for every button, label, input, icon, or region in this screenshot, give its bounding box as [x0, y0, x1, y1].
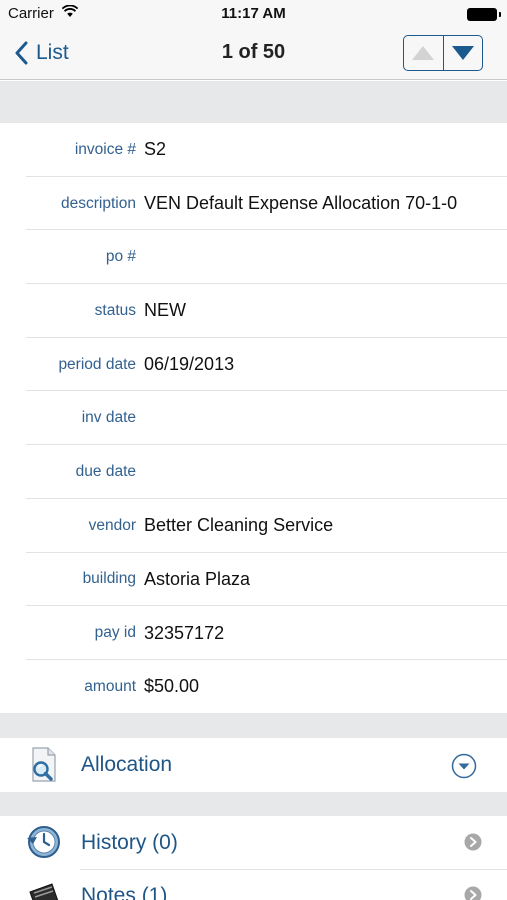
field-value: VEN Default Expense Allocation 70-1-0	[144, 193, 458, 214]
field-value: 06/19/2013	[144, 354, 235, 375]
field-row-inv-date: inv date	[0, 391, 507, 445]
notes-section-row[interactable]: Notes (1)	[0, 870, 507, 900]
field-value: 32357172	[144, 622, 225, 643]
field-row-due-date: due date	[0, 445, 507, 499]
field-label: due date	[75, 462, 136, 480]
field-row-amount: amount $50.00	[0, 660, 507, 714]
status-bar: Carrier 11:17 AM	[0, 0, 507, 28]
field-label: po #	[105, 248, 136, 266]
back-button[interactable]: List	[14, 38, 69, 68]
section-spacer	[0, 713, 507, 738]
triangle-up-icon	[412, 46, 435, 60]
status-time: 11:17 AM	[221, 5, 286, 22]
field-row-period-date: period date 06/19/2013	[0, 338, 507, 392]
next-record-button[interactable]	[442, 36, 483, 70]
triangle-down-icon	[451, 46, 474, 60]
field-row-vendor: vendor Better Cleaning Service	[0, 499, 507, 553]
allocation-section-row[interactable]: Allocation	[0, 738, 507, 792]
field-label: amount	[84, 677, 136, 695]
chevron-down-circle-icon	[451, 753, 477, 784]
field-label: period date	[58, 355, 136, 373]
navigation-bar: List 1 of 50	[0, 28, 507, 80]
field-row-po-number: po #	[0, 230, 507, 284]
field-value: NEW	[144, 300, 186, 321]
magnifier-document-icon	[26, 747, 60, 788]
notes-label: Notes (1)	[81, 884, 168, 900]
previous-record-button[interactable]	[404, 36, 443, 70]
field-row-building: building Astoria Plaza	[0, 553, 507, 607]
notepad-icon	[26, 880, 62, 900]
history-section-row[interactable]: History (0)	[0, 816, 507, 870]
field-value: Astoria Plaza	[144, 568, 251, 589]
field-label: invoice #	[74, 140, 136, 158]
section-spacer	[0, 792, 507, 816]
field-label: inv date	[81, 409, 136, 427]
chevron-right-circle-icon	[464, 886, 482, 900]
section-spacer	[0, 81, 507, 123]
chevron-left-icon	[15, 41, 28, 65]
field-value: Better Cleaning Service	[144, 515, 334, 536]
field-row-invoice-number: invoice # S2	[0, 123, 507, 177]
field-row-pay-id: pay id 32357172	[0, 606, 507, 660]
field-label: building	[82, 570, 136, 588]
field-value: S2	[144, 139, 167, 160]
field-label: description	[61, 194, 136, 212]
invoice-detail-fields: invoice # S2 description VEN Default Exp…	[0, 123, 507, 714]
chevron-right-circle-icon	[464, 833, 482, 856]
back-button-label: List	[36, 41, 69, 64]
field-label: status	[94, 301, 136, 319]
field-value: $50.00	[144, 676, 200, 697]
allocation-label: Allocation	[81, 753, 173, 776]
battery-icon	[467, 8, 501, 21]
record-stepper	[403, 35, 483, 71]
field-row-status: status NEW	[0, 284, 507, 338]
field-label: vendor	[88, 516, 136, 534]
clock-history-icon	[26, 824, 62, 865]
history-label: History (0)	[81, 831, 178, 854]
field-label: pay id	[94, 624, 136, 642]
field-row-description: description VEN Default Expense Allocati…	[0, 177, 507, 231]
